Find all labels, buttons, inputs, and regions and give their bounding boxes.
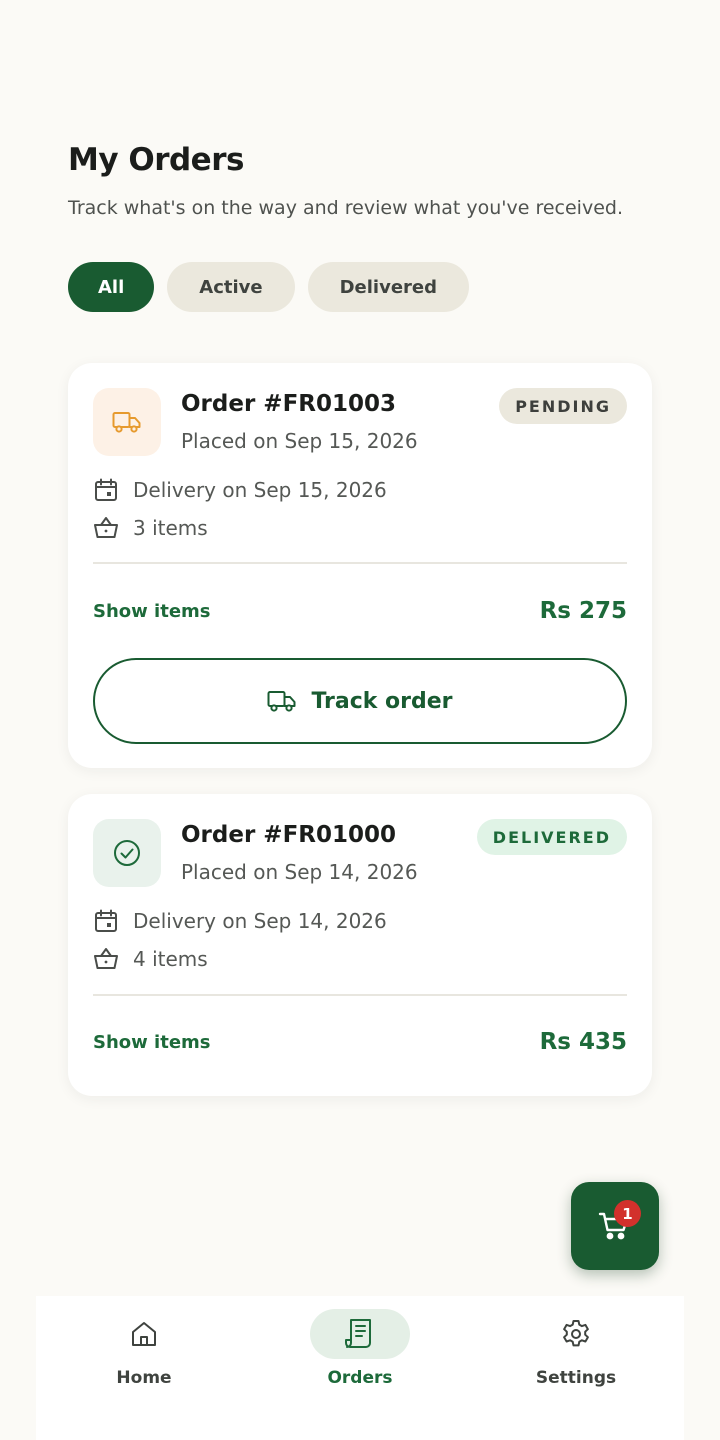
order-placed-date: Placed on Sep 14, 2026 bbox=[181, 860, 418, 884]
cart-button[interactable]: 1 bbox=[571, 1182, 659, 1270]
item-count: 4 items bbox=[133, 947, 208, 971]
nav-label-settings: Settings bbox=[535, 1368, 617, 1388]
track-order-button[interactable]: Track order bbox=[93, 658, 627, 744]
card-divider bbox=[93, 994, 627, 996]
delivery-date: Delivery on Sep 14, 2026 bbox=[133, 909, 387, 933]
truck-icon bbox=[267, 691, 296, 712]
delivery-date-row: Delivery on Sep 15, 2026 bbox=[93, 477, 387, 503]
item-count-row: 4 items bbox=[93, 946, 208, 972]
filter-chips: All Active Delivered bbox=[68, 262, 470, 312]
item-count-row: 3 items bbox=[93, 515, 208, 541]
gear-icon bbox=[526, 1309, 626, 1359]
nav-item-home[interactable]: Home bbox=[36, 1296, 252, 1440]
home-icon bbox=[94, 1309, 194, 1359]
show-items-link[interactable]: Show items bbox=[93, 1032, 211, 1053]
order-placed-date: Placed on Sep 15, 2026 bbox=[181, 429, 418, 453]
nav-label-home: Home bbox=[116, 1368, 172, 1388]
check-circle-icon bbox=[93, 819, 161, 887]
calendar-icon bbox=[95, 478, 117, 501]
filter-chip-active[interactable]: Active bbox=[167, 262, 295, 312]
track-order-label: Track order bbox=[311, 688, 453, 714]
nav-item-orders[interactable]: Orders bbox=[252, 1296, 468, 1440]
order-price: Rs 275 bbox=[539, 598, 627, 624]
basket-icon bbox=[94, 517, 118, 538]
order-card: Order #FR01000 Placed on Sep 14, 2026 DE… bbox=[68, 794, 652, 1096]
orders-screen: My Orders Track what's on the way and re… bbox=[0, 0, 720, 1440]
filter-chip-all[interactable]: All bbox=[68, 262, 155, 312]
delivery-date-row: Delivery on Sep 14, 2026 bbox=[93, 908, 387, 934]
cart-count-badge: 1 bbox=[614, 1200, 641, 1227]
calendar-icon bbox=[95, 909, 117, 932]
page-title: My Orders bbox=[68, 142, 244, 178]
order-price: Rs 435 bbox=[539, 1029, 627, 1055]
order-number: Order #FR01003 bbox=[181, 391, 397, 417]
filter-chip-delivered[interactable]: Delivered bbox=[307, 262, 470, 312]
status-badge: PENDING bbox=[499, 388, 627, 424]
receipt-icon bbox=[310, 1309, 410, 1359]
nav-item-settings[interactable]: Settings bbox=[468, 1296, 684, 1440]
delivery-date: Delivery on Sep 15, 2026 bbox=[133, 478, 387, 502]
card-divider bbox=[93, 562, 627, 564]
basket-icon bbox=[94, 948, 118, 969]
bottom-nav: Home Orders Settings bbox=[36, 1296, 684, 1440]
truck-icon bbox=[93, 388, 161, 456]
status-badge: DELIVERED bbox=[476, 819, 627, 855]
page-subtitle: Track what's on the way and review what … bbox=[68, 197, 623, 219]
order-card: Order #FR01003 Placed on Sep 15, 2026 PE… bbox=[68, 363, 652, 768]
order-number: Order #FR01000 bbox=[181, 822, 397, 848]
show-items-link[interactable]: Show items bbox=[93, 601, 211, 622]
item-count: 3 items bbox=[133, 516, 208, 540]
nav-label-orders: Orders bbox=[327, 1368, 393, 1388]
